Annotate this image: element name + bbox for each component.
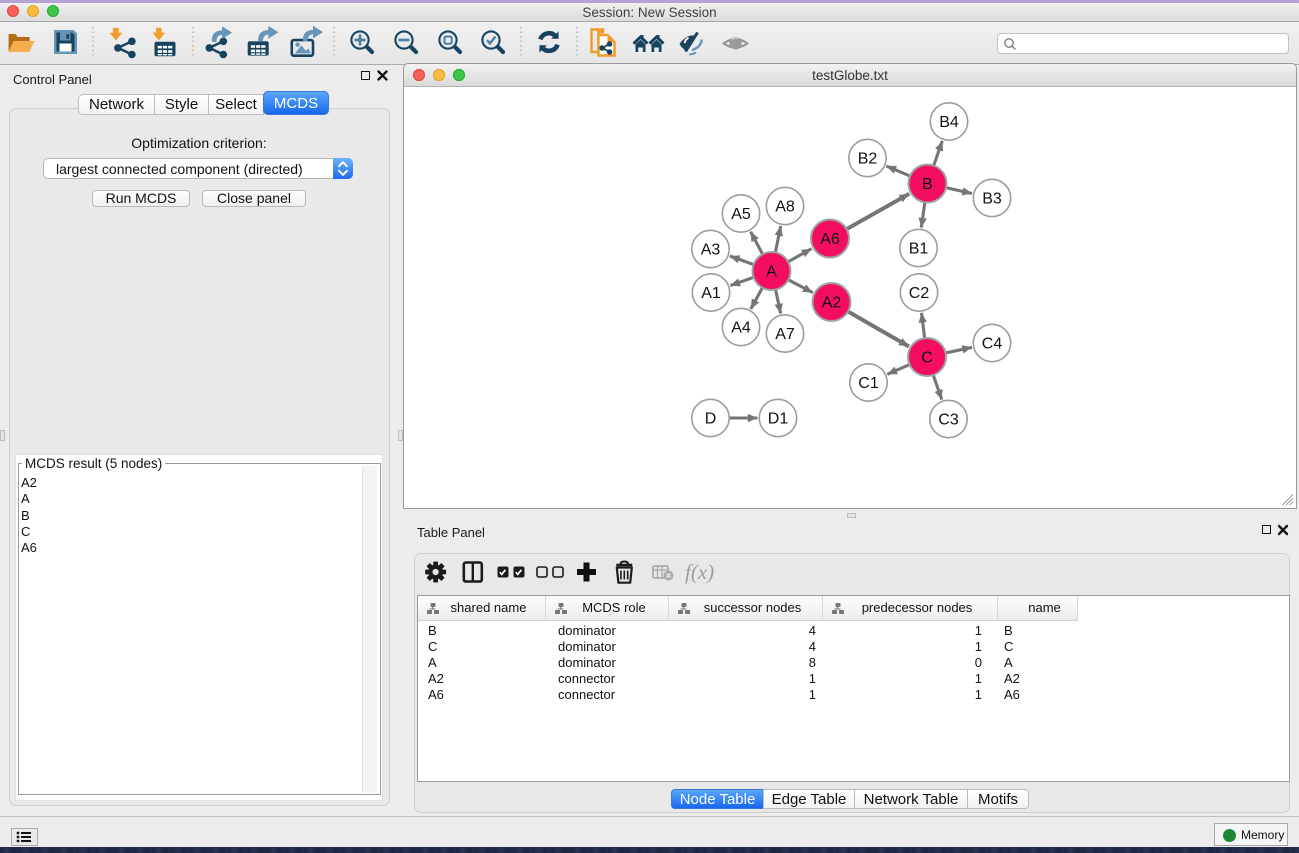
svg-text:B3: B3 (982, 191, 1002, 208)
svg-text:C4: C4 (982, 336, 1003, 353)
svg-text:C: C (921, 350, 933, 367)
svg-text:C3: C3 (938, 412, 959, 429)
svg-text:B2: B2 (858, 151, 878, 168)
svg-text:A7: A7 (775, 326, 795, 343)
svg-text:B1: B1 (909, 241, 929, 258)
svg-text:A5: A5 (731, 206, 751, 223)
svg-text:D: D (705, 411, 717, 428)
svg-text:C2: C2 (909, 285, 930, 302)
svg-text:A3: A3 (701, 242, 721, 259)
svg-text:B4: B4 (939, 114, 959, 131)
svg-text:A: A (766, 264, 777, 281)
svg-text:A4: A4 (731, 320, 751, 337)
svg-text:f(x): f(x) (685, 560, 714, 584)
svg-text:D1: D1 (768, 411, 789, 428)
svg-text:C1: C1 (858, 375, 879, 392)
svg-text:A2: A2 (822, 295, 842, 312)
svg-text:B: B (922, 176, 933, 193)
svg-text:A1: A1 (701, 285, 721, 302)
svg-text:A8: A8 (775, 199, 795, 216)
svg-text:A6: A6 (820, 231, 840, 248)
